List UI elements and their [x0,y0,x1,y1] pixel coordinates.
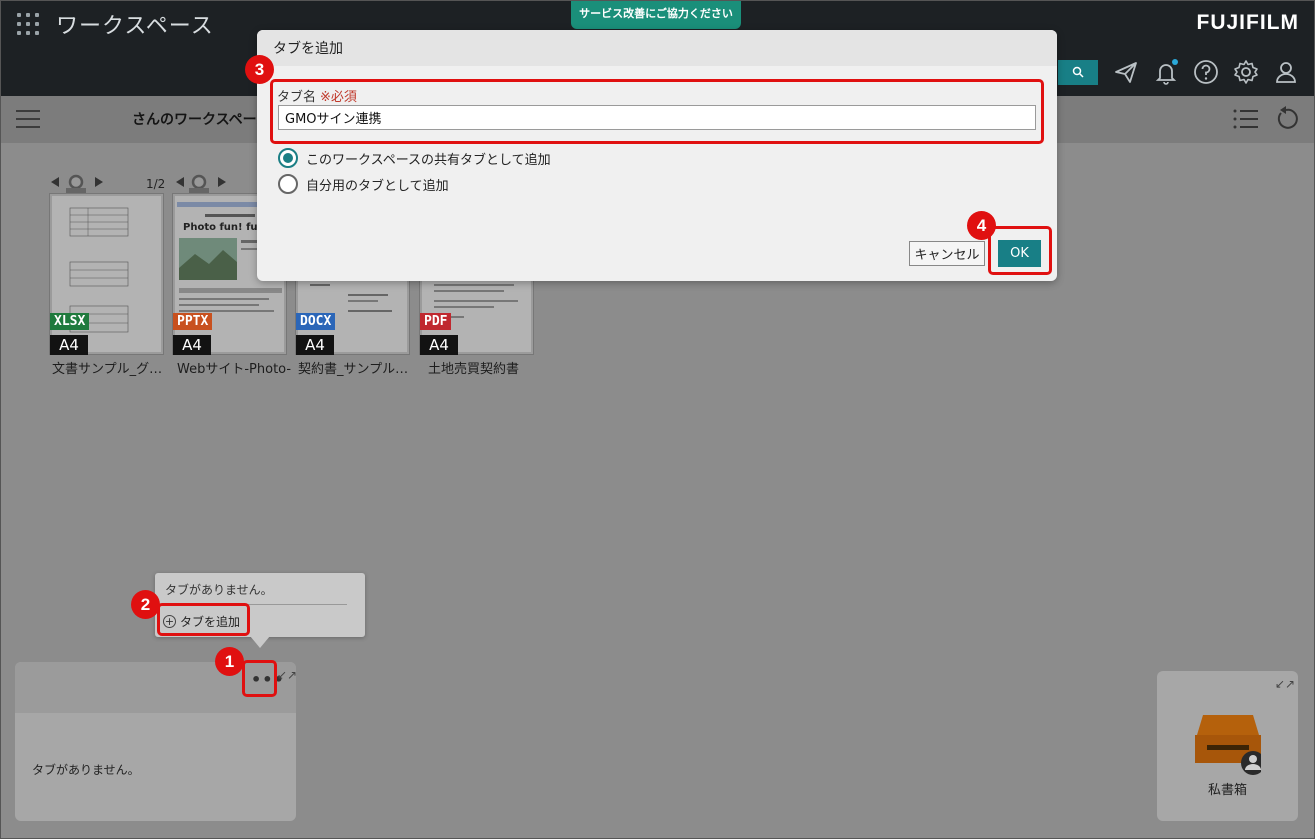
cancel-button[interactable]: キャンセル [909,241,985,266]
mailbox-label: 私書箱 [1207,783,1247,798]
dialog-title: タブを追加 [257,30,1057,66]
pager-count: 1/2 [146,177,166,191]
document-name[interactable]: Webサイト-Photo- [177,358,295,377]
callout-highlight-4 [988,226,1052,275]
refresh-icon[interactable] [1273,106,1299,132]
document-name[interactable]: 土地売買契約書 [428,358,546,377]
pager-prev-icon[interactable] [50,176,60,188]
file-type-badge: PDF [420,313,452,330]
search-icon [1072,66,1084,78]
add-tab-dialog: タブを追加 タブ名※必須 このワークスペースの共有タブとして追加 自分用のタブと… [257,30,1057,281]
callout-highlight-2 [157,603,250,636]
workspace-name: さんのワークスペース [132,112,270,128]
callout-badge-1: 1 [215,647,244,676]
document-name[interactable]: 契約書_サンプル… [298,358,416,377]
collapse-icon[interactable]: ↙↗ [277,668,296,682]
file-type-badge: PPTX [173,313,213,330]
shared-tab-option[interactable]: このワークスペースの共有タブとして追加 [278,148,551,168]
callout-highlight-3 [270,79,1044,144]
menu-icon[interactable] [16,110,40,128]
send-icon[interactable] [1112,58,1140,86]
callout-badge-4: 4 [967,211,996,240]
file-type-badge: XLSX [50,313,90,330]
gear-icon[interactable] [1232,58,1260,86]
personal-tab-label: 自分用のタブとして追加 [306,178,449,194]
apps-grid-icon[interactable] [17,13,39,35]
collapse-icon[interactable]: ↙↗ [1275,677,1295,691]
search-button[interactable] [1058,60,1098,85]
callout-badge-2: 2 [131,590,160,619]
document-name[interactable]: 文書サンプル_グ… [52,358,170,377]
paper-size-badge: A4 [50,335,88,355]
mailbox-panel[interactable]: ↙↗ 私書箱 [1157,671,1298,821]
personal-tab-radio[interactable] [278,174,298,194]
paper-size-badge: A4 [296,335,334,355]
pager-prev-icon[interactable] [175,176,185,188]
personal-tab-option[interactable]: 自分用のタブとして追加 [278,174,449,194]
callout-badge-3: 3 [245,55,274,84]
mailbox-tray-icon [1195,715,1261,775]
document-card[interactable]: XLSX A4 [49,193,164,355]
pager-next-icon[interactable] [217,176,227,188]
no-tabs-text: タブがありません。 [32,763,140,777]
help-icon[interactable] [1192,58,1220,86]
shared-tab-radio[interactable] [278,148,298,168]
app-title: ワークスペース [56,14,214,39]
bell-icon[interactable] [1152,58,1180,86]
file-type-badge: DOCX [296,313,336,330]
list-view-icon[interactable] [1233,108,1259,130]
fujifilm-logo: FUJIFILM [1196,11,1299,34]
user-icon[interactable] [1272,58,1300,86]
paper-size-badge: A4 [173,335,211,355]
paper-size-badge: A4 [420,335,458,355]
callout-highlight-1 [242,660,277,697]
no-tabs-text: タブがありません。 [165,583,273,597]
shared-tab-label: このワークスペースの共有タブとして追加 [306,152,551,168]
survey-banner[interactable]: サービス改善にご協力ください [571,0,741,29]
pager-next-icon[interactable] [94,176,104,188]
